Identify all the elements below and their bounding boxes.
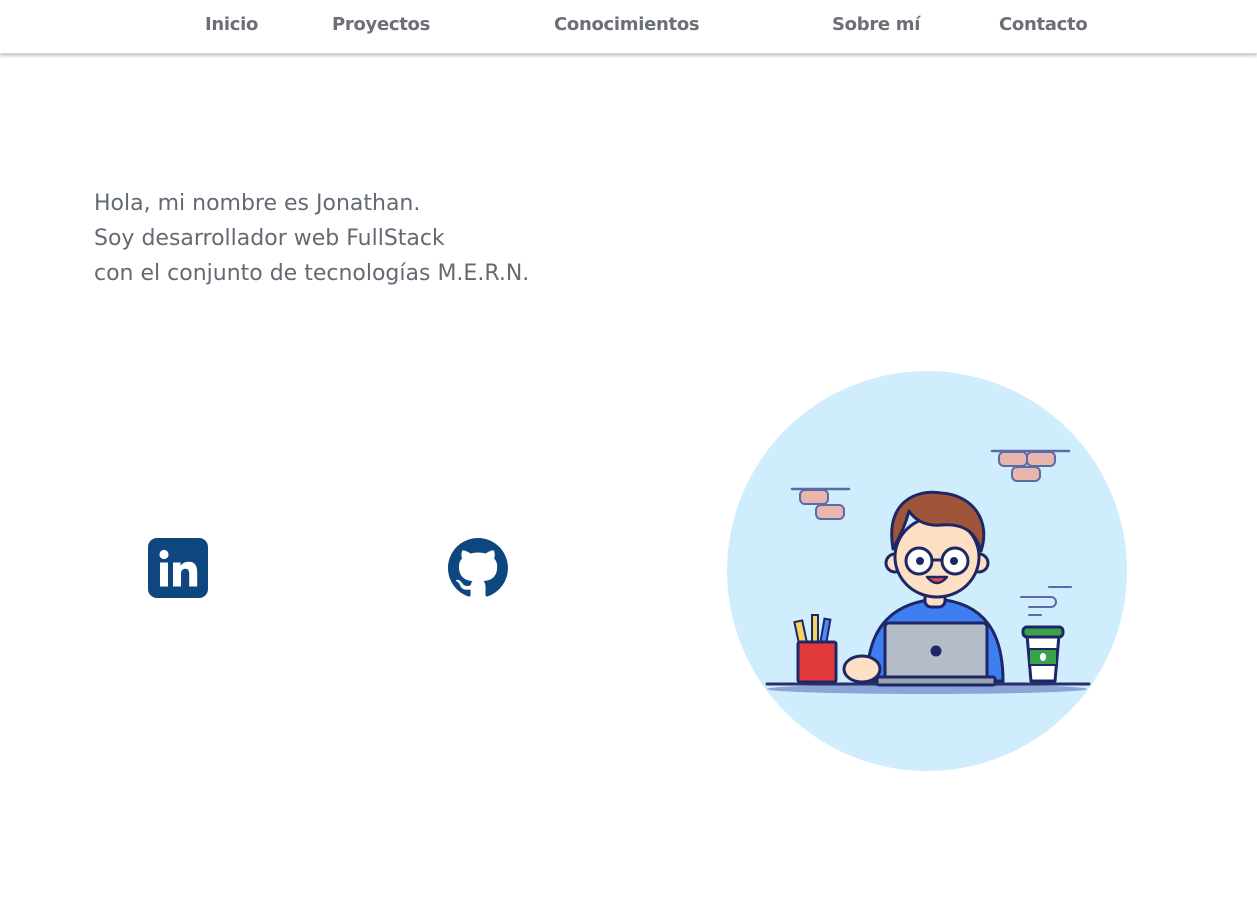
hero-line-role: Soy desarrollador web FullStack	[94, 226, 445, 251]
hero-line-stack: con el conjunto de tecnologías M.E.R.N.	[94, 261, 530, 286]
linkedin-icon	[148, 538, 208, 598]
hero-intro: Hola, mi nombre es Jonathan. Soy desarro…	[94, 186, 529, 291]
hero-line-greeting: Hola, mi nombre es Jonathan.	[94, 191, 421, 216]
developer-illustration	[727, 371, 1127, 771]
nav-link-sobre-mi[interactable]: Sobre mí	[832, 14, 920, 35]
pencil-cup-icon	[793, 614, 838, 684]
github-link[interactable]	[448, 538, 508, 598]
coffee-cup-icon	[1021, 625, 1065, 683]
github-icon	[448, 538, 508, 597]
nav-link-conocimientos[interactable]: Conocimientos	[554, 14, 700, 35]
laptop-icon	[875, 621, 997, 687]
top-navbar: Inicio Proyectos Conocimientos Sobre mí …	[0, 0, 1257, 54]
linkedin-link[interactable]	[148, 538, 208, 598]
nav-link-inicio[interactable]: Inicio	[205, 14, 258, 35]
nav-link-proyectos[interactable]: Proyectos	[332, 14, 430, 35]
nav-link-contacto[interactable]: Contacto	[999, 14, 1088, 35]
